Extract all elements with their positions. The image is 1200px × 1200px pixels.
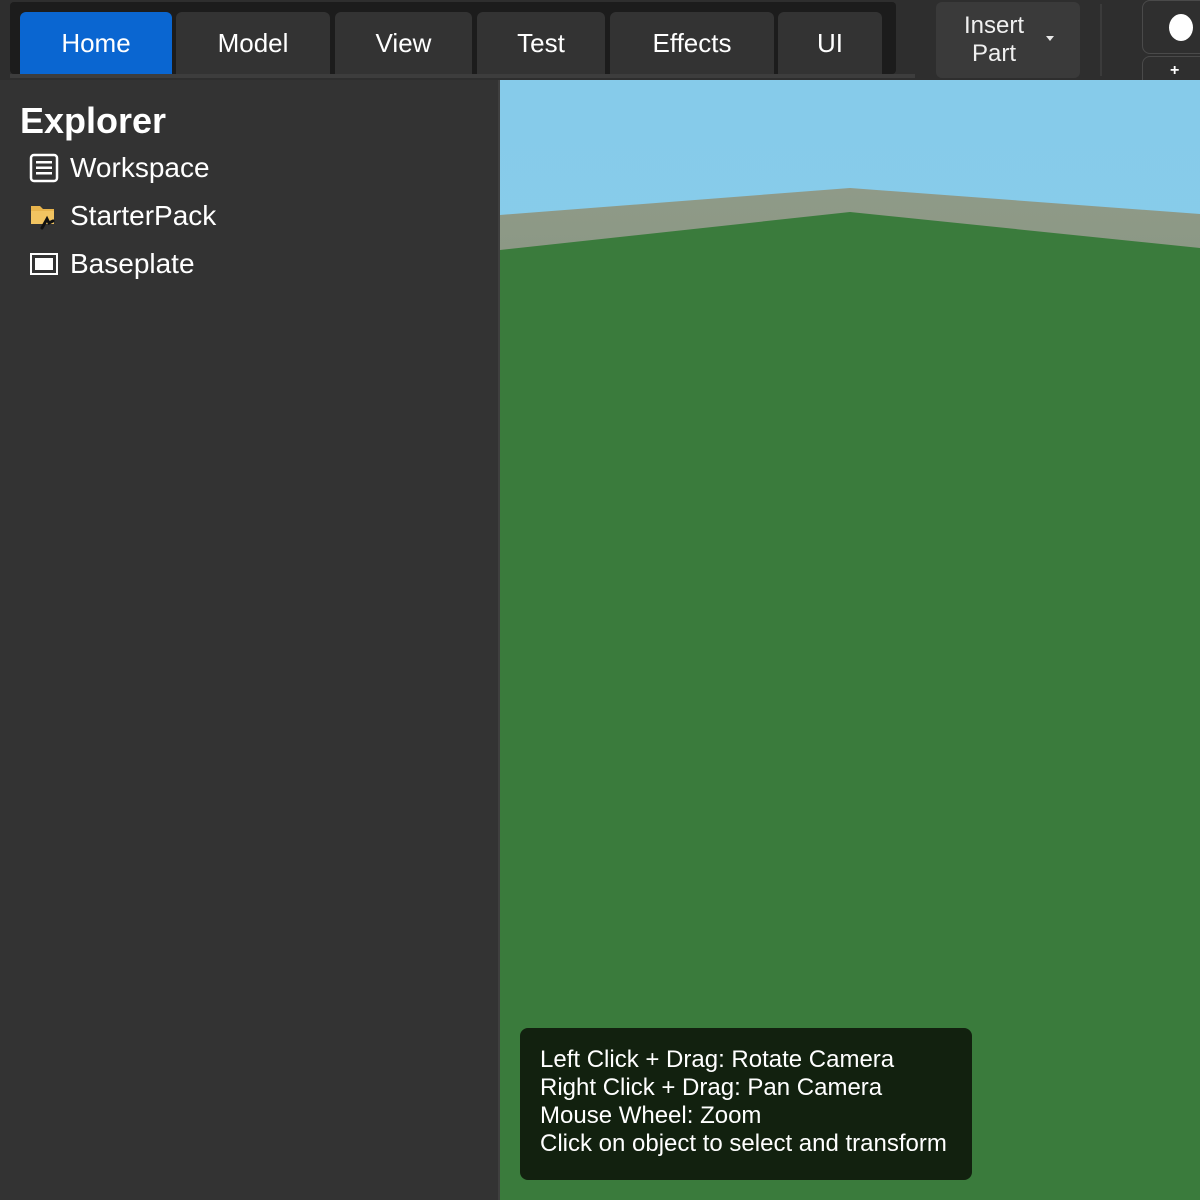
help-line: Left Click + Drag: Rotate Camera bbox=[540, 1046, 895, 1073]
baseplate-icon bbox=[28, 248, 60, 280]
help-line: Right Click + Drag: Pan Camera bbox=[540, 1074, 883, 1101]
chevron-down-icon[interactable] bbox=[1046, 36, 1054, 41]
tab-home[interactable]: Home bbox=[20, 12, 172, 74]
tab-underline bbox=[10, 74, 915, 78]
tree-item-baseplate[interactable]: Baseplate bbox=[28, 244, 195, 284]
ribbon-tabstrip: Home Model View Test Effects UI bbox=[10, 2, 896, 74]
explorer-panel: Explorer Workspace StarterPack Baseplate bbox=[0, 80, 500, 1200]
sphere-icon bbox=[1169, 14, 1193, 41]
tab-ui[interactable]: UI bbox=[778, 12, 882, 74]
3d-viewport[interactable]: Left Click + Drag: Rotate Camera Right C… bbox=[500, 80, 1200, 1200]
toolbar-divider bbox=[1100, 4, 1102, 76]
plus-icon: + bbox=[1170, 62, 1180, 79]
sphere-tool-button[interactable] bbox=[1142, 0, 1200, 54]
camera-help-overlay: Left Click + Drag: Rotate Camera Right C… bbox=[520, 1028, 972, 1180]
help-line: Mouse Wheel: Zoom bbox=[540, 1102, 762, 1129]
tab-view[interactable]: View bbox=[335, 12, 472, 74]
tab-test[interactable]: Test bbox=[477, 12, 605, 74]
tree-item-label: Baseplate bbox=[70, 248, 195, 279]
tree-item-starterpack[interactable]: StarterPack bbox=[28, 196, 216, 236]
help-line: Click on object to select and transform bbox=[540, 1130, 947, 1157]
workspace-icon bbox=[28, 152, 60, 184]
insert-part-label: Insert Part bbox=[963, 12, 1025, 67]
tree-item-label: Workspace bbox=[70, 152, 210, 183]
tab-model[interactable]: Model bbox=[176, 12, 330, 74]
explorer-title: Explorer bbox=[20, 100, 167, 141]
insert-part-button[interactable]: Insert Part bbox=[936, 2, 1080, 78]
top-toolbar: Home Model View Test Effects UI Insert P… bbox=[0, 0, 1200, 86]
tree-item-workspace[interactable]: Workspace bbox=[28, 148, 210, 188]
tree-item-label: StarterPack bbox=[70, 200, 217, 231]
starterpack-folder-icon bbox=[28, 200, 60, 232]
tab-effects[interactable]: Effects bbox=[610, 12, 774, 74]
